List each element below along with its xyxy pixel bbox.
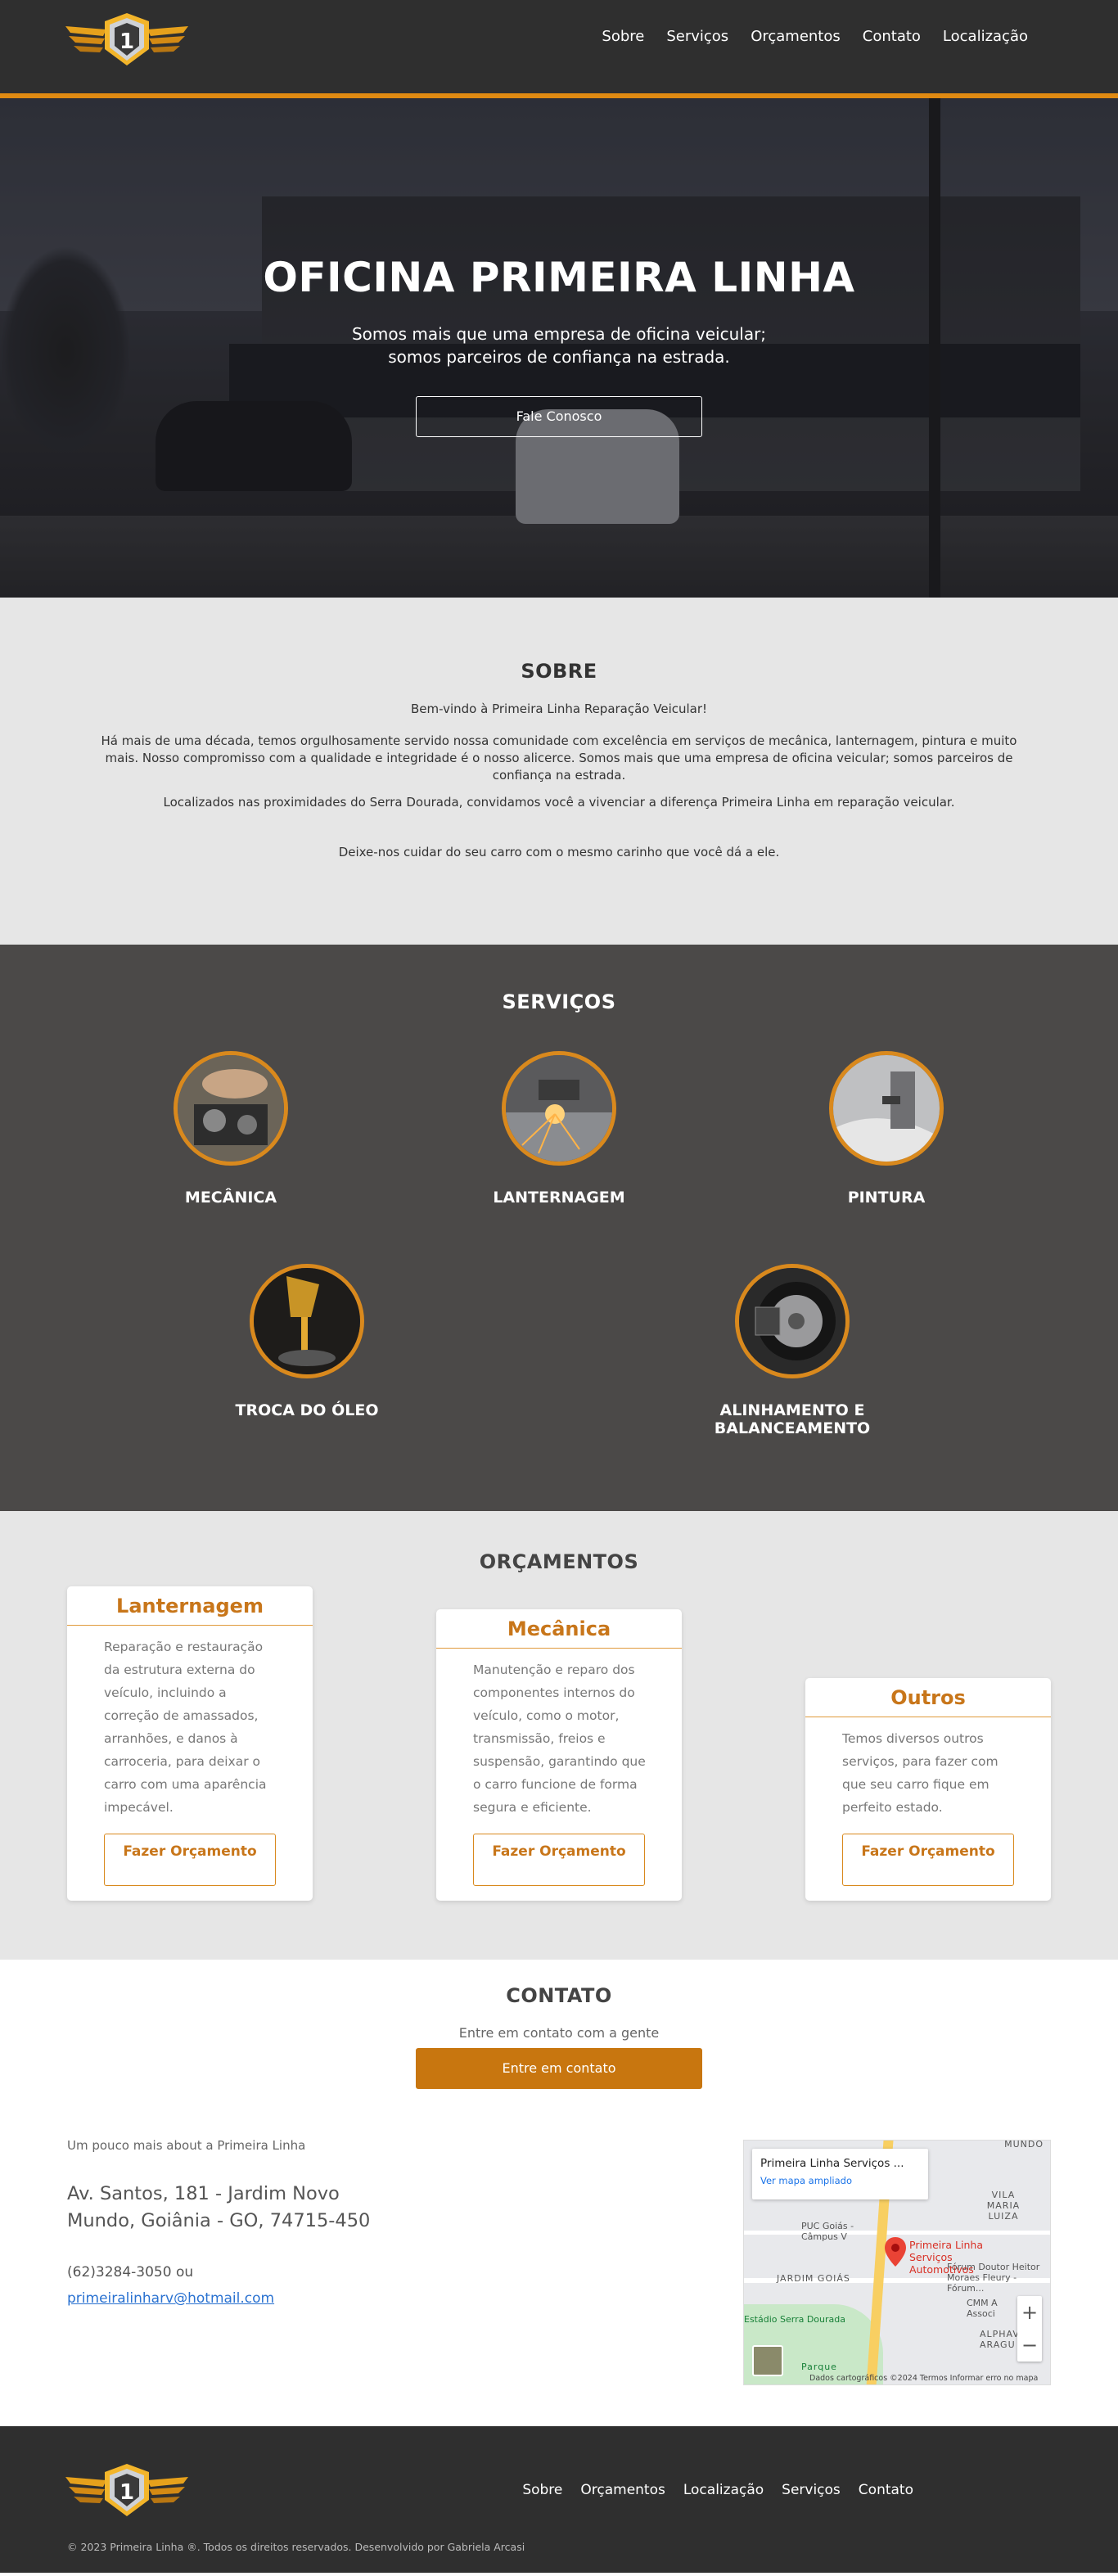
- map-place-card: Primeira Linha Serviços ... Ver mapa amp…: [752, 2149, 928, 2199]
- map-road: [744, 2231, 1050, 2235]
- oil-pour-photo-icon: [250, 1264, 364, 1378]
- zoom-in-button[interactable]: +: [1017, 2296, 1042, 2329]
- contato-subtitle: Entre em contato com a gente: [458, 2025, 660, 2041]
- nav-servicos[interactable]: Serviços: [666, 28, 728, 45]
- address: Av. Santos, 181 - Jardim Novo Mundo, Goi…: [67, 2181, 370, 2235]
- spray-gun-photo-icon: [829, 1051, 944, 1166]
- map-label: VILA MARIA LUIZA: [986, 2190, 1021, 2222]
- service-lanternagem[interactable]: LANTERNAGEM: [436, 1051, 682, 1207]
- map-label: JARDIM GOIÁS: [777, 2273, 850, 2284]
- service-label: LANTERNAGEM: [493, 1189, 625, 1207]
- service-label: MECÂNICA: [184, 1189, 277, 1207]
- hero-content: OFICINA PRIMEIRA LINHA Somos mais que um…: [0, 254, 1118, 437]
- site-footer: 1 Sobre Orçamentos Localização Serviços …: [0, 2426, 1118, 2573]
- service-troca-oleo[interactable]: TROCA DO ÓLEO: [184, 1264, 430, 1419]
- map-label: CMM A Associ: [967, 2298, 998, 2319]
- address-line: Mundo, Goiânia - GO, 74715-450: [67, 2210, 371, 2231]
- map-label: MUNDO: [1004, 2140, 1044, 2150]
- nav-localizacao[interactable]: Localização: [943, 28, 1028, 45]
- sobre-title: SOBRE: [521, 660, 597, 683]
- nav-sobre[interactable]: Sobre: [602, 28, 644, 45]
- map-pin-label: Primeira Linha Serviços Automotivos: [909, 2239, 983, 2276]
- quote-card-outros: Outros Temos diversos outros serviços, p…: [805, 1678, 1051, 1901]
- footer-nav-orcamentos[interactable]: Orçamentos: [580, 2482, 665, 2498]
- map-place-name: Primeira Linha Serviços ...: [760, 2157, 904, 2170]
- google-map-embed[interactable]: MUNDO VILA MARIA LUIZA PUC Goiás - Câmpu…: [743, 2140, 1051, 2385]
- card-title: Lanternagem: [67, 1586, 313, 1626]
- card-title: Outros: [805, 1678, 1051, 1717]
- service-mecanica[interactable]: MECÂNICA: [108, 1051, 354, 1207]
- hero-subtitle: Somos mais que uma empresa de oficina ve…: [351, 324, 767, 367]
- map-label: Parque: [801, 2362, 837, 2372]
- card-body: Temos diversos outros serviços, para faz…: [842, 1731, 999, 1815]
- grinder-photo-icon: [502, 1051, 616, 1166]
- contato-section: CONTATO Entre em contato com a gente Ent…: [0, 1960, 1118, 2426]
- entre-em-contato-button[interactable]: Entre em contato: [416, 2048, 702, 2089]
- about-caption: Um pouco mais about a Primeira Linha: [67, 2138, 306, 2153]
- map-label: PUC Goiás - Câmpus V: [801, 2221, 854, 2242]
- sobre-paragraph: Deixe-nos cuidar do seu carro com o mesm…: [338, 845, 780, 859]
- main-nav: Sobre Serviços Orçamentos Contato Locali…: [602, 28, 1028, 45]
- fale-conosco-button[interactable]: Fale Conosco: [416, 396, 702, 437]
- zoom-out-button[interactable]: −: [1017, 2329, 1042, 2362]
- svg-text:1: 1: [119, 29, 134, 54]
- sobre-paragraph: Localizados nas proximidades do Serra Do…: [163, 795, 955, 810]
- sobre-welcome: Bem-vindo à Primeira Linha Reparação Vei…: [410, 702, 708, 716]
- fazer-orcamento-button[interactable]: Fazer Orçamento: [104, 1834, 276, 1886]
- map-attribution: Dados cartográficos ©2024 Termos Informa…: [809, 2374, 1039, 2383]
- servicos-section: SERVIÇOS MECÂNICA LANTERNAGEM PINTURA TR…: [0, 945, 1118, 1511]
- quote-card-mecanica: Mecânica Manutenção e reparo dos compone…: [436, 1609, 682, 1901]
- map-satellite-toggle[interactable]: [752, 2345, 783, 2376]
- service-label: ALINHAMENTO E BALANCEAMENTO: [714, 1401, 871, 1437]
- fazer-orcamento-button[interactable]: Fazer Orçamento: [842, 1834, 1014, 1886]
- orcamentos-section: ORÇAMENTOS Lanternagem Reparação e resta…: [0, 1511, 1118, 1960]
- fazer-orcamento-button[interactable]: Fazer Orçamento: [473, 1834, 645, 1886]
- service-label: TROCA DO ÓLEO: [235, 1401, 379, 1419]
- wheel-photo-icon: [735, 1264, 850, 1378]
- service-pintura[interactable]: PINTURA: [764, 1051, 1009, 1207]
- footer-nav-sobre[interactable]: Sobre: [522, 2482, 562, 2498]
- card-body: Manutenção e reparo dos componentes inte…: [473, 1662, 646, 1815]
- hero-section: OFICINA PRIMEIRA LINHA Somos mais que um…: [0, 98, 1118, 598]
- map-enlarge-link[interactable]: Ver mapa ampliado: [760, 2175, 920, 2186]
- footer-nav-contato[interactable]: Contato: [859, 2482, 913, 2498]
- map-label: Estádio Serra Dourada: [744, 2314, 845, 2325]
- footer-nav-localizacao[interactable]: Localização: [683, 2482, 764, 2498]
- map-label: ALPHAV ARAGU: [980, 2329, 1020, 2350]
- orcamentos-title: ORÇAMENTOS: [479, 1550, 639, 1573]
- contato-title: CONTATO: [506, 1984, 612, 2007]
- svg-text:1: 1: [119, 2480, 134, 2505]
- map-pin-icon[interactable]: [885, 2237, 906, 2267]
- engine-photo-icon: [174, 1051, 288, 1166]
- phone-number: (62)3284-3050 ou: [67, 2264, 194, 2281]
- card-body: Reparação e restauração da estrutura ext…: [104, 1640, 267, 1815]
- service-alinhamento[interactable]: ALINHAMENTO E BALANCEAMENTO: [669, 1264, 915, 1437]
- service-label: PINTURA: [847, 1189, 926, 1207]
- map-zoom-controls: + −: [1017, 2296, 1042, 2362]
- sobre-paragraph: Há mais de uma década, temos orgulhosame…: [101, 733, 1017, 783]
- footer-nav-servicos[interactable]: Serviços: [782, 2482, 841, 2498]
- nav-orcamentos[interactable]: Orçamentos: [751, 28, 841, 45]
- hero-title: OFICINA PRIMEIRA LINHA: [263, 254, 855, 301]
- quote-card-lanternagem: Lanternagem Reparação e restauração da e…: [67, 1586, 313, 1901]
- logo-icon[interactable]: 1: [65, 2462, 188, 2518]
- servicos-title: SERVIÇOS: [502, 990, 616, 1013]
- footer-nav: Sobre Orçamentos Localização Serviços Co…: [522, 2482, 913, 2498]
- copyright: © 2023 Primeira Linha ®. Todos os direit…: [67, 2541, 525, 2553]
- address-line: Av. Santos, 181 - Jardim Novo: [67, 2183, 340, 2204]
- sobre-section: SOBRE Bem-vindo à Primeira Linha Reparaç…: [0, 598, 1118, 945]
- nav-contato[interactable]: Contato: [863, 28, 921, 45]
- logo-icon[interactable]: 1: [65, 11, 188, 67]
- email-link[interactable]: primeiralinharv@hotmail.com: [67, 2290, 274, 2307]
- card-title: Mecânica: [436, 1609, 682, 1649]
- site-header: 1 Sobre Serviços Orçamentos Contato Loca…: [0, 0, 1118, 98]
